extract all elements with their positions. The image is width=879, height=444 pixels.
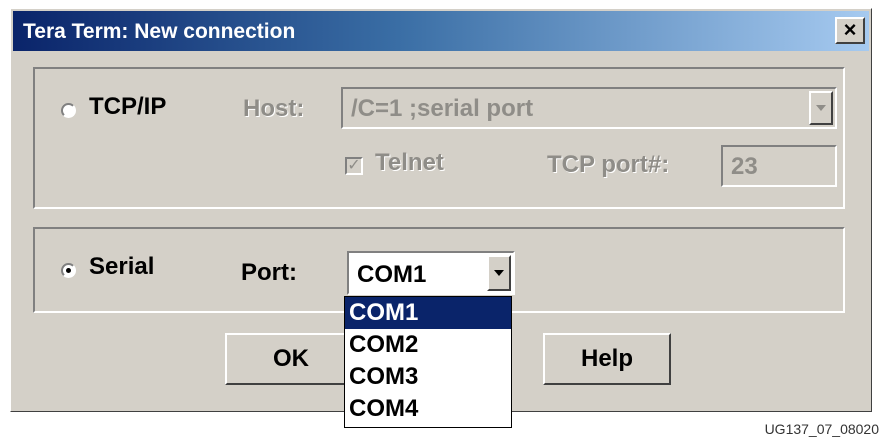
- help-button[interactable]: Help: [543, 333, 671, 385]
- tcp-port-label: TCP port#:: [547, 151, 670, 178]
- port-label: Port:: [241, 259, 297, 286]
- help-button-label: Help: [580, 345, 633, 372]
- port-combobox[interactable]: COM1: [347, 251, 515, 295]
- telnet-label[interactable]: Telnet: [375, 149, 444, 177]
- port-option-com3[interactable]: COM3: [345, 361, 511, 393]
- port-option-com1[interactable]: COM1: [345, 297, 511, 329]
- telnet-checkbox[interactable]: ✓: [345, 157, 363, 175]
- ok-button[interactable]: OK: [225, 333, 357, 385]
- chevron-down-icon: [494, 270, 504, 276]
- checkmark-icon: ✓: [347, 157, 361, 174]
- tcpip-label[interactable]: TCP/IP: [89, 93, 166, 121]
- tcp-port-value: 23: [731, 153, 758, 180]
- serial-label[interactable]: Serial: [89, 253, 154, 281]
- tcpip-radio[interactable]: [61, 103, 76, 118]
- host-combobox[interactable]: /C=1 ;serial port: [341, 87, 837, 129]
- port-option-com2[interactable]: COM2: [345, 329, 511, 361]
- close-button[interactable]: ×: [835, 17, 865, 44]
- tcpip-group: TCP/IP Host: /C=1 ;serial port ✓ Telnet …: [33, 67, 845, 209]
- host-value: /C=1 ;serial port: [351, 95, 534, 122]
- ok-button-label: OK: [273, 345, 309, 372]
- serial-radio[interactable]: [61, 263, 76, 278]
- host-dropdown-button[interactable]: [809, 91, 833, 125]
- radio-selected-dot: [66, 268, 71, 273]
- port-value: COM1: [357, 261, 427, 288]
- chevron-down-icon: [816, 105, 826, 111]
- figure-id: UG137_07_08020: [764, 421, 879, 437]
- port-option-com4[interactable]: COM4: [345, 393, 511, 425]
- port-dropdown-button[interactable]: [487, 255, 511, 291]
- port-dropdown-list[interactable]: COM1 COM2 COM3 COM4: [344, 296, 512, 428]
- title-bar[interactable]: Tera Term: New connection ×: [13, 11, 869, 51]
- window-title: Tera Term: New connection: [23, 20, 296, 43]
- host-label: Host:: [243, 95, 305, 122]
- close-icon: ×: [843, 17, 857, 42]
- tcp-port-field[interactable]: 23: [721, 145, 837, 187]
